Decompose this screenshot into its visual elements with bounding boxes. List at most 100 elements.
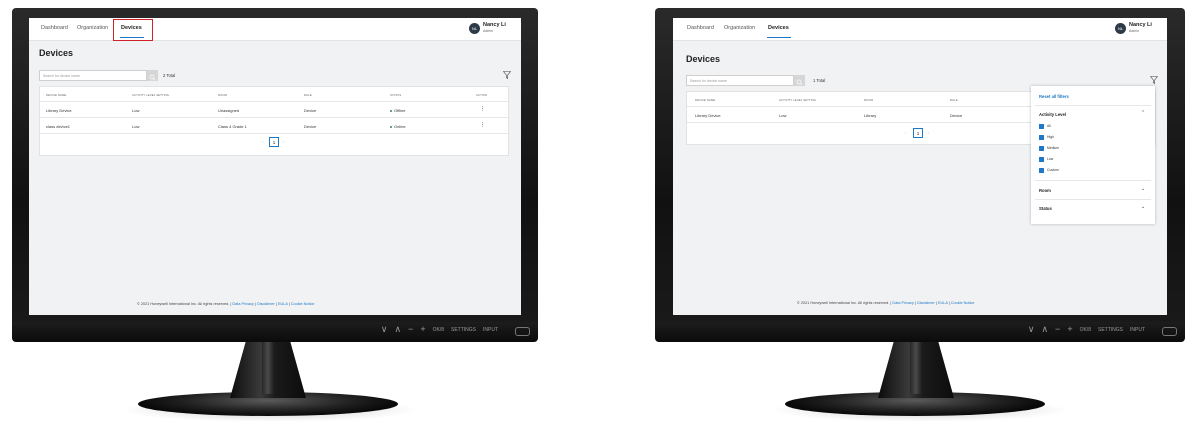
user-role: Admin [483, 29, 493, 33]
footer-separator: | [288, 302, 290, 306]
devices-tab-highlight [113, 19, 153, 41]
tab-dashboard[interactable]: Dashboard [41, 25, 68, 31]
checkbox-medium[interactable] [1039, 146, 1044, 151]
filter-icon[interactable] [1150, 76, 1158, 84]
avatar[interactable]: NL [1115, 23, 1126, 34]
checkbox-high[interactable] [1039, 135, 1044, 140]
divider [1035, 105, 1151, 106]
monitor-input-label: INPUT [1130, 326, 1145, 333]
chevron-down-icon[interactable]: ⌄ [1141, 186, 1145, 192]
footer-separator: | [935, 301, 937, 305]
monitor-plus-button[interactable]: + [420, 325, 425, 334]
divider [1035, 180, 1151, 181]
cell-rule: Device [950, 113, 963, 118]
tab-devices[interactable]: Devices [768, 25, 789, 31]
footer-separator: | [915, 301, 917, 305]
cell-room: Class 4 Grade 1 [218, 124, 247, 129]
checkbox-all[interactable] [1039, 124, 1044, 129]
footer: © 2021 Honeywell International Inc. All … [137, 302, 314, 306]
divider [40, 133, 508, 134]
monitor-settings-label: SETTINGS [450, 326, 476, 333]
footer-link-eula[interactable]: EULA [278, 302, 288, 306]
next-page-icon[interactable]: › [283, 139, 284, 144]
next-page-icon[interactable]: › [928, 130, 929, 135]
avatar[interactable]: NL [469, 23, 480, 34]
column-header: ROOM [864, 98, 874, 102]
power-button-icon[interactable] [1162, 327, 1177, 336]
footer-link-eula[interactable]: EULA [938, 301, 948, 305]
active-tab-underline [767, 37, 791, 39]
monitor-chin: ∨ ∧ − + OK/8 SETTINGS INPUT [12, 322, 538, 342]
cell-status: Offline [390, 108, 406, 113]
checkbox-custom[interactable] [1039, 168, 1044, 173]
search-input[interactable]: Search for device name [686, 75, 794, 86]
activity-level-section[interactable]: Activity Level [1039, 112, 1066, 117]
monitor-minus-button[interactable]: − [408, 325, 413, 334]
footer-link-data-privacy[interactable]: Data Privacy [232, 302, 254, 306]
monitor-up-button[interactable]: ∧ [1041, 325, 1048, 334]
filter-icon[interactable] [503, 71, 511, 79]
footer-link-data-privacy[interactable]: Data Privacy [892, 301, 914, 305]
room-section[interactable]: Room [1039, 188, 1051, 193]
filter-panel: Reset all filters Activity Level ⌃ All H… [1031, 86, 1155, 224]
total-count: 2 Total [163, 73, 176, 78]
chevron-up-icon[interactable]: ⌃ [1141, 110, 1145, 116]
reset-filters-link[interactable]: Reset all filters [1039, 94, 1069, 99]
footer-link-disclaimer[interactable]: Disclaimer [257, 302, 275, 306]
power-button-icon[interactable] [515, 327, 530, 336]
column-header: RULE [304, 93, 312, 97]
search-button[interactable] [794, 75, 805, 86]
screen-left: Dashboard Organization Devices NL Nancy … [29, 18, 521, 315]
checkbox-label: Custom [1047, 168, 1059, 172]
page-number-button[interactable]: 1 [269, 137, 279, 147]
footer-link-cookie-notice[interactable]: Cookie Notice [291, 302, 315, 306]
tab-organization[interactable]: Organization [724, 25, 755, 31]
search-input[interactable]: Search for device name [39, 70, 147, 81]
checkbox-label: Medium [1047, 146, 1060, 150]
checkbox-low[interactable] [1039, 157, 1044, 162]
page-number-button[interactable]: 1 [913, 128, 923, 138]
search-button[interactable] [147, 70, 158, 81]
prev-page-icon[interactable]: ‹ [262, 139, 263, 144]
page-title: Devices [686, 54, 721, 64]
footer-link-disclaimer[interactable]: Disclaimer [917, 301, 935, 305]
cell-device-name[interactable]: Library Device [46, 108, 72, 113]
cell-room: Library [864, 113, 877, 118]
tab-dashboard[interactable]: Dashboard [687, 25, 714, 31]
screen-right: Dashboard Organization Devices NL Nancy … [673, 18, 1167, 315]
status-section[interactable]: Status [1039, 206, 1052, 211]
footer-separator: | [255, 302, 257, 306]
monitor-osd-label: OK/8 [432, 326, 444, 333]
chevron-down-icon[interactable]: ⌄ [1141, 204, 1145, 210]
monitor-plus-button[interactable]: + [1067, 325, 1072, 334]
cell-room: Unassigned [218, 108, 240, 113]
status-dot [390, 125, 392, 128]
row-action-menu-icon[interactable]: ⋮ [480, 106, 485, 112]
cell-device-name[interactable]: Library Device [695, 113, 721, 118]
monitor-down-button[interactable]: ∨ [381, 325, 388, 334]
cell-status: Online [390, 124, 406, 129]
status-dot [390, 109, 392, 112]
monitor-osd-label: OK/8 [1079, 326, 1091, 333]
checkbox-label: Low [1047, 157, 1054, 161]
column-header: DEVICE NAME [695, 98, 716, 102]
divider [1035, 199, 1151, 200]
monitor-neck-shine [262, 340, 274, 394]
prev-page-icon[interactable]: ‹ [905, 130, 906, 135]
row-action-menu-icon[interactable]: ⋮ [480, 122, 485, 128]
footer-copyright: © 2021 Honeywell International Inc. All … [137, 302, 230, 306]
user-name: Nancy Li [1129, 22, 1152, 28]
monitor-minus-button[interactable]: − [1055, 325, 1060, 334]
divider [40, 101, 508, 102]
monitor-neck-shine [910, 340, 922, 394]
monitor-up-button[interactable]: ∧ [394, 325, 401, 334]
checkbox-label: High [1047, 135, 1054, 139]
tab-organization[interactable]: Organization [77, 25, 108, 31]
divider [40, 117, 508, 118]
monitor-down-button[interactable]: ∨ [1028, 325, 1035, 334]
column-header: RULE [950, 98, 958, 102]
user-role: Admin [1129, 29, 1139, 33]
footer-link-cookie-notice[interactable]: Cookie Notice [951, 301, 975, 305]
cell-device-name[interactable]: class device1 [46, 124, 70, 129]
column-header: ACTIVITY LEVEL SETTING [132, 93, 170, 97]
